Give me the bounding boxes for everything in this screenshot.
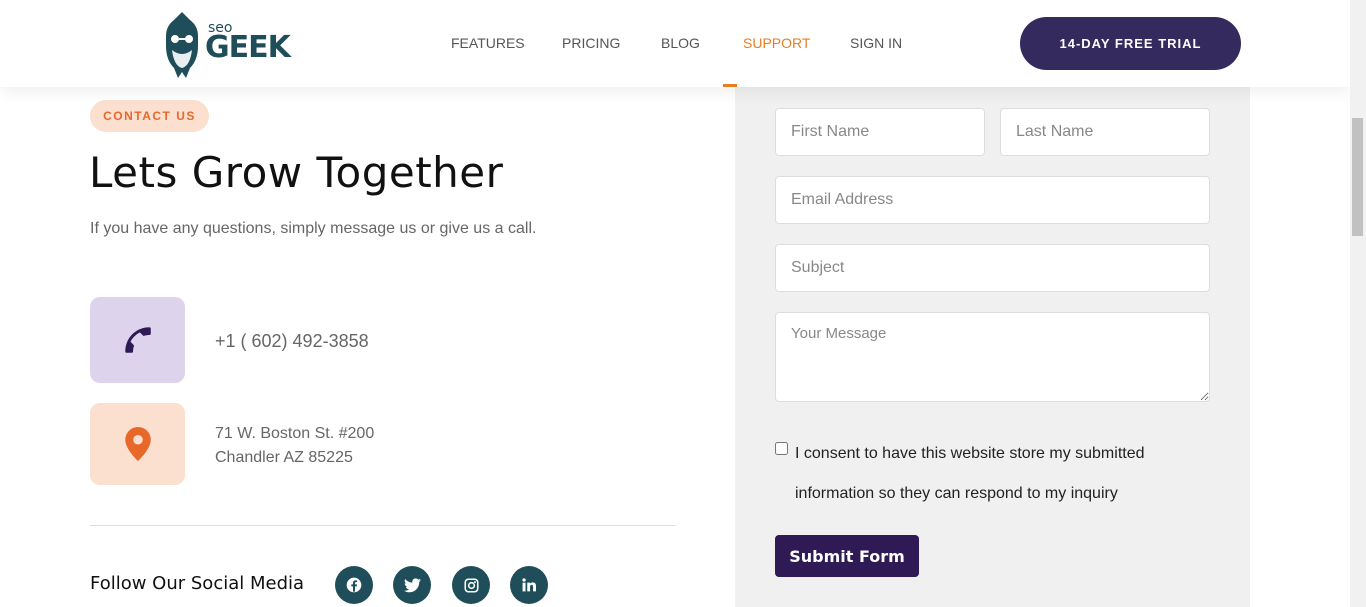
phone-number[interactable]: +1 ( 602) 492-3858 bbox=[215, 331, 369, 352]
twitter-link[interactable] bbox=[393, 566, 431, 604]
scrollbar-thumb[interactable] bbox=[1352, 118, 1363, 236]
page-scrollbar[interactable] bbox=[1350, 0, 1366, 607]
address-line-2: Chandler AZ 85225 bbox=[215, 449, 353, 466]
facebook-link[interactable] bbox=[335, 566, 373, 604]
message-field[interactable] bbox=[775, 312, 1210, 402]
instagram-icon bbox=[463, 577, 479, 593]
linkedin-icon bbox=[522, 578, 536, 592]
phone-icon-box bbox=[90, 297, 185, 383]
nav-features[interactable]: FEATURES bbox=[451, 35, 525, 51]
address-line-1: 71 W. Boston St. #200 bbox=[215, 425, 375, 442]
phone-icon bbox=[124, 327, 151, 353]
nav-blog[interactable]: BLOG bbox=[661, 35, 700, 51]
submit-form-button[interactable]: Submit Form bbox=[775, 535, 919, 577]
instagram-link[interactable] bbox=[452, 566, 490, 604]
first-name-field[interactable] bbox=[775, 108, 985, 156]
nav-sign-in[interactable]: SIGN IN bbox=[850, 35, 902, 51]
twitter-icon bbox=[403, 577, 421, 592]
last-name-field[interactable] bbox=[1000, 108, 1210, 156]
page-title: Lets Grow Together bbox=[89, 148, 504, 197]
subject-field[interactable] bbox=[775, 244, 1210, 292]
seo-geek-logo[interactable]: seo GEEK bbox=[160, 10, 291, 80]
nav-pricing[interactable]: PRICING bbox=[562, 35, 620, 51]
nav-support[interactable]: SUPPORT bbox=[743, 35, 810, 51]
page-subtitle: If you have any questions, simply messag… bbox=[90, 220, 537, 237]
geek-mascot-icon bbox=[166, 12, 198, 78]
email-field[interactable] bbox=[775, 176, 1210, 224]
map-pin-icon bbox=[124, 427, 151, 461]
nav-active-indicator bbox=[723, 84, 737, 87]
logo-text-big: GEEK bbox=[205, 30, 291, 65]
follow-social-label: Follow Our Social Media bbox=[90, 573, 305, 594]
facebook-icon bbox=[346, 577, 362, 593]
free-trial-button[interactable]: 14-DAY FREE TRIAL bbox=[1020, 17, 1241, 70]
location-icon-box bbox=[90, 403, 185, 485]
contact-us-badge: CONTACT US bbox=[90, 100, 209, 132]
divider bbox=[90, 525, 675, 526]
consent-checkbox[interactable] bbox=[775, 442, 788, 455]
consent-label: I consent to have this website store my … bbox=[795, 445, 1145, 502]
linkedin-link[interactable] bbox=[510, 566, 548, 604]
